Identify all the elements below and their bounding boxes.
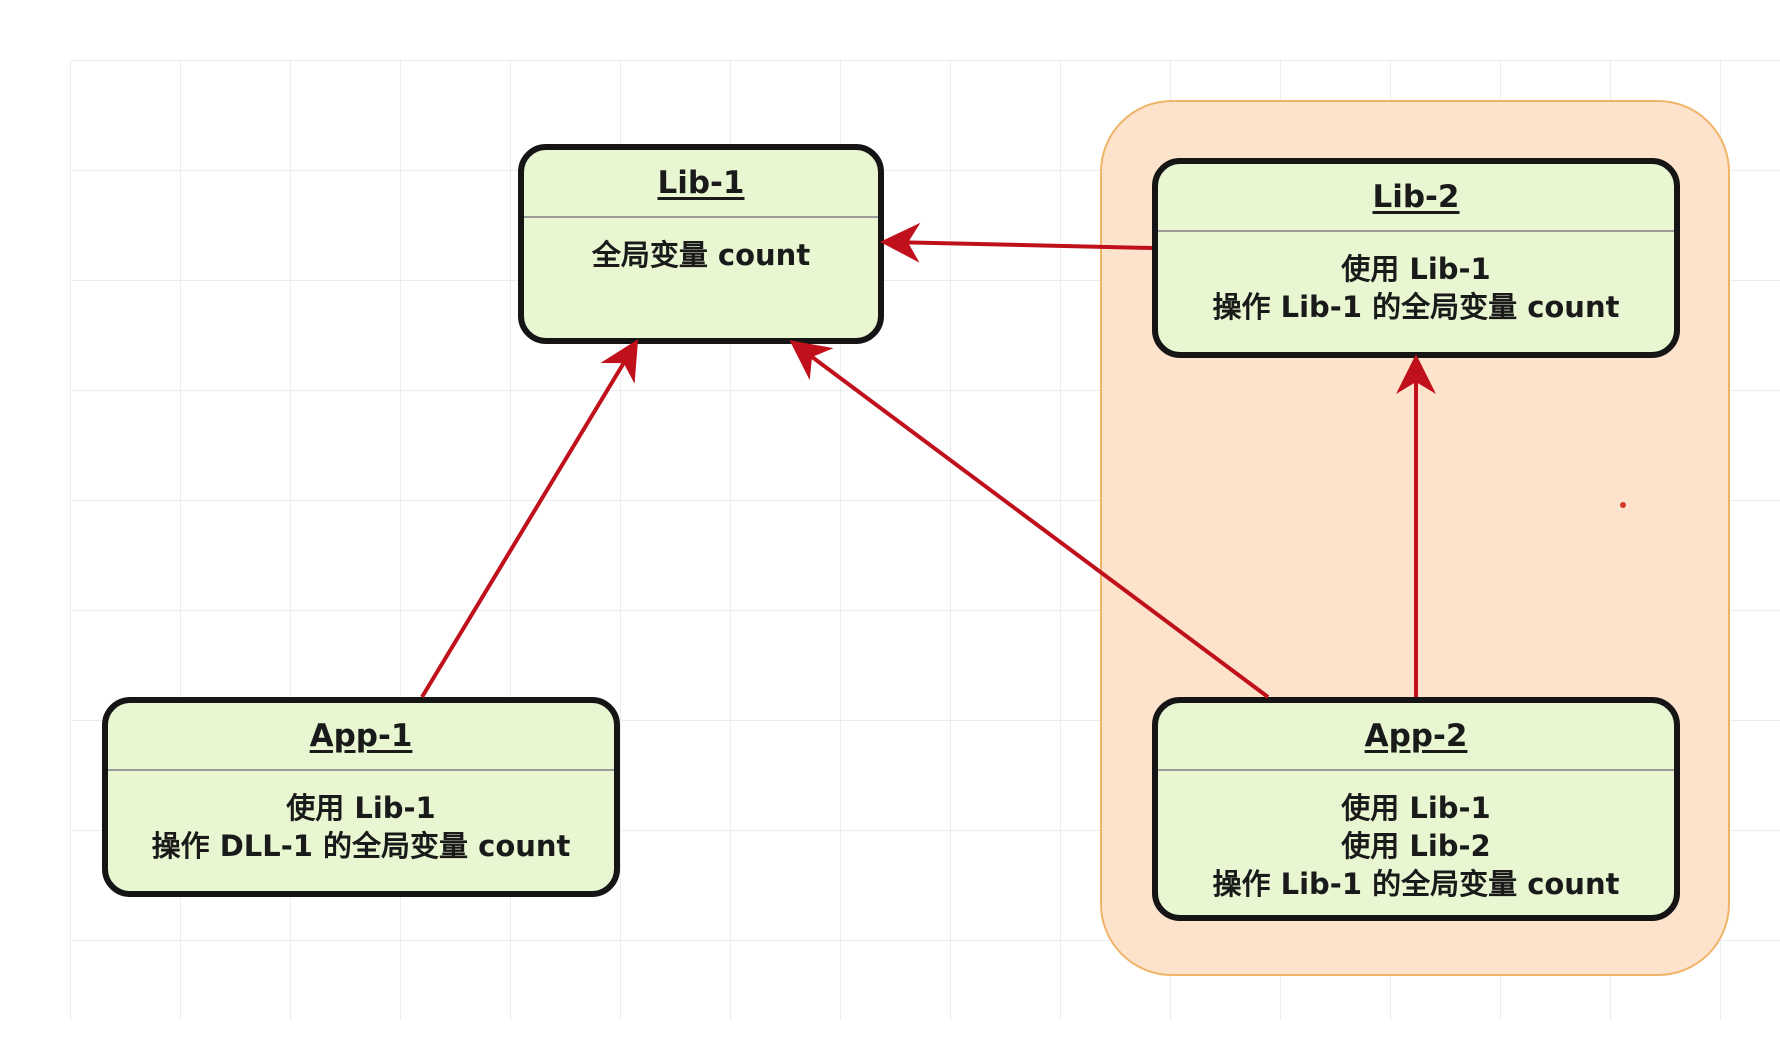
node-app-2-line: 使用 Lib-2 bbox=[1341, 829, 1491, 863]
node-app-1-body: 使用 Lib-1 操作 DLL-1 的全局变量 count bbox=[108, 771, 614, 865]
node-app-1-title: App-1 bbox=[108, 703, 614, 771]
node-lib-2-title: Lib-2 bbox=[1158, 164, 1674, 232]
node-lib-1-line: 全局变量 count bbox=[591, 238, 811, 272]
node-lib-2-body: 使用 Lib-1 操作 Lib-1 的全局变量 count bbox=[1158, 232, 1674, 326]
node-app-2-body: 使用 Lib-1 使用 Lib-2 操作 Lib-1 的全局变量 count bbox=[1158, 771, 1674, 903]
node-app-1[interactable]: App-1 使用 Lib-1 操作 DLL-1 的全局变量 count bbox=[102, 697, 620, 897]
node-app-1-line: 使用 Lib-1 bbox=[286, 791, 436, 825]
node-app-2[interactable]: App-2 使用 Lib-1 使用 Lib-2 操作 Lib-1 的全局变量 c… bbox=[1152, 697, 1680, 921]
node-app-2-title: App-2 bbox=[1158, 703, 1674, 771]
node-lib-1-body: 全局变量 count bbox=[524, 218, 878, 274]
node-app-1-line: 操作 DLL-1 的全局变量 count bbox=[151, 829, 571, 863]
node-app-2-line: 使用 Lib-1 bbox=[1341, 791, 1491, 825]
node-lib-2-line: 使用 Lib-1 bbox=[1341, 252, 1491, 286]
node-app-2-line: 操作 Lib-1 的全局变量 count bbox=[1212, 867, 1620, 901]
node-lib-1-title: Lib-1 bbox=[524, 150, 878, 218]
diagram-canvas: Lib-1 全局变量 count Lib-2 使用 Lib-1 操作 Lib-1… bbox=[0, 0, 1780, 1044]
node-lib-2-line: 操作 Lib-1 的全局变量 count bbox=[1212, 290, 1620, 324]
node-lib-2[interactable]: Lib-2 使用 Lib-1 操作 Lib-1 的全局变量 count bbox=[1152, 158, 1680, 358]
node-lib-1[interactable]: Lib-1 全局变量 count bbox=[518, 144, 884, 344]
